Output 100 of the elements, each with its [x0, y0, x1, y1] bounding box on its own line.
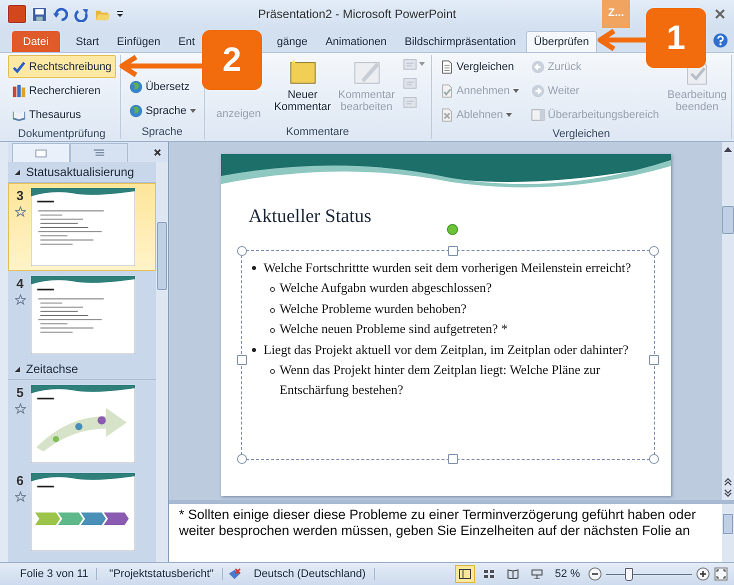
- bullet-text: Welche Aufgabn wurden abgeschlossen?: [280, 279, 492, 298]
- lines-icon: [93, 148, 105, 158]
- dropdown-arrow-icon: [418, 62, 425, 66]
- resize-handle[interactable]: [448, 454, 458, 464]
- ribbon-tab[interactable]: Ent: [170, 31, 203, 52]
- document-cross-icon: [440, 108, 454, 122]
- slide-number: 3: [16, 188, 24, 203]
- scrollbar[interactable]: [722, 504, 734, 562]
- help-icon[interactable]: [713, 33, 728, 48]
- redo-icon[interactable]: [74, 6, 89, 22]
- book-icon: [506, 569, 519, 579]
- grid-icon: [482, 569, 495, 579]
- bullet-text: Liegt das Projekt aktuell vor dem Zeitplan, im Zeitplan oder dahinter?: [264, 340, 628, 359]
- slide-thumbnail[interactable]: [31, 276, 135, 354]
- document-icon: [440, 60, 454, 74]
- slide-row[interactable]: 5: [8, 380, 156, 468]
- next-slide-icon[interactable]: [724, 489, 732, 497]
- bullet-icon: [252, 348, 256, 352]
- zoom-in-icon[interactable]: [696, 567, 710, 581]
- slide-thumbnail[interactable]: [31, 188, 135, 266]
- bullet-icon: [270, 369, 274, 374]
- scroll-thumb[interactable]: [723, 514, 733, 534]
- books-icon: [12, 84, 26, 98]
- ribbon-button[interactable]: Übersetz: [124, 75, 200, 98]
- dropdown-arrow-icon: [190, 108, 196, 112]
- slide-row[interactable]: 3: [8, 183, 156, 271]
- slide-thumbnail[interactable]: [31, 385, 135, 463]
- ribbon-button[interactable]: Rechtschreibung: [8, 55, 116, 78]
- ribbon-button[interactable]: Thesaurus: [8, 103, 116, 126]
- ribbon-tab[interactable]: gänge: [268, 31, 316, 52]
- previous-slide-icon[interactable]: [724, 478, 732, 486]
- globe-icon: [128, 80, 143, 94]
- scroll-thumb[interactable]: [157, 222, 167, 290]
- rotate-handle[interactable]: [446, 224, 458, 235]
- resize-handle[interactable]: [648, 454, 658, 464]
- slide-thumbnail[interactable]: [31, 473, 135, 551]
- slide-number: 5: [16, 385, 24, 400]
- resize-handle[interactable]: [236, 246, 246, 256]
- group-label: Vergleichen: [552, 127, 612, 141]
- bullet-text: Welche neuen Probleme sind aufgetreten? *: [280, 320, 508, 338]
- collapse-icon: [14, 366, 20, 372]
- note-icon: [402, 57, 417, 71]
- callout-tooltip: 2: [202, 30, 262, 90]
- ribbon-tab[interactable]: Einfügen: [108, 31, 168, 52]
- zoom-out-icon[interactable]: [588, 567, 602, 581]
- window-title: Präsentation2 - Microsoft PowerPoint: [258, 7, 458, 21]
- app-logo-icon: [8, 5, 26, 23]
- resize-handle[interactable]: [648, 355, 658, 365]
- ribbon-tab[interactable]: Start: [68, 31, 107, 52]
- customize-menu-icon[interactable]: [116, 9, 124, 19]
- slide-row[interactable]: 6: [8, 468, 156, 556]
- undo-icon[interactable]: [53, 6, 68, 22]
- slide-number: 4: [16, 276, 24, 291]
- slide-number: 6: [16, 473, 24, 488]
- scroll-up-icon: [724, 145, 732, 153]
- dropdown-button[interactable]: Sprache: [124, 99, 200, 122]
- callout-tooltip: 1: [646, 8, 706, 68]
- close-icon[interactable]: [714, 8, 726, 20]
- bullet-icon: [270, 287, 274, 292]
- slide-counter: Folie 3 von 11: [12, 568, 98, 580]
- note-icon: [402, 76, 417, 90]
- slider-thumb[interactable]: [624, 568, 632, 581]
- resize-handle[interactable]: [236, 355, 246, 365]
- ribbon-button[interactable]: Recherchieren: [8, 79, 116, 102]
- checkmark-icon: [12, 60, 26, 74]
- ribbon-tab[interactable]: Bildschirmpräsentation: [396, 31, 524, 52]
- close-icon[interactable]: [153, 148, 162, 157]
- theme-name: "Projektstatusbericht": [101, 568, 223, 580]
- ribbon-button[interactable]: Vergleichen: [436, 55, 523, 78]
- ribbon-button[interactable]: Neuer Kommentar: [272, 55, 333, 116]
- view-button[interactable]: [454, 565, 475, 583]
- resize-handle[interactable]: [648, 246, 658, 256]
- resize-handle[interactable]: [236, 454, 246, 464]
- globe-icon: [128, 104, 143, 118]
- bullet-text: Welche Probleme wurden behoben?: [280, 300, 467, 318]
- language-label[interactable]: Deutsch (Deutschland): [246, 568, 375, 580]
- scroll-thumb[interactable]: [722, 206, 734, 234]
- bullet-icon: [252, 266, 256, 270]
- slide-row[interactable]: 4: [8, 271, 156, 359]
- spellcheck-icon[interactable]: [226, 568, 242, 580]
- panel-icon: [530, 108, 545, 122]
- scrollbar[interactable]: [156, 162, 168, 562]
- zoom-level[interactable]: 52 %: [550, 568, 584, 580]
- collapse-icon: [14, 169, 20, 175]
- stars-icon: [14, 403, 26, 414]
- file-tab[interactable]: Datei: [12, 31, 60, 52]
- group-label: Kommentare: [285, 125, 350, 139]
- bullet-text: Wenn das Projekt hinter dem Zeitplan liegt: Welche Pläne zur Entschärfung bestehen?: [280, 361, 602, 400]
- stars-icon: [14, 491, 26, 502]
- stars-icon: [14, 206, 26, 217]
- ribbon-tab[interactable]: Animationen: [317, 31, 395, 52]
- callout-arrow: [598, 28, 646, 52]
- save-icon[interactable]: [32, 6, 47, 22]
- resize-handle[interactable]: [448, 246, 458, 256]
- ribbon-tab[interactable]: Überprüfen: [526, 31, 597, 52]
- normal-view-icon: [458, 569, 471, 579]
- user-badge: Z...: [602, 0, 630, 28]
- slide-icon: [35, 148, 47, 158]
- group-label: Dokumentprüfung: [17, 127, 106, 141]
- fit-to-window-icon[interactable]: [714, 567, 728, 581]
